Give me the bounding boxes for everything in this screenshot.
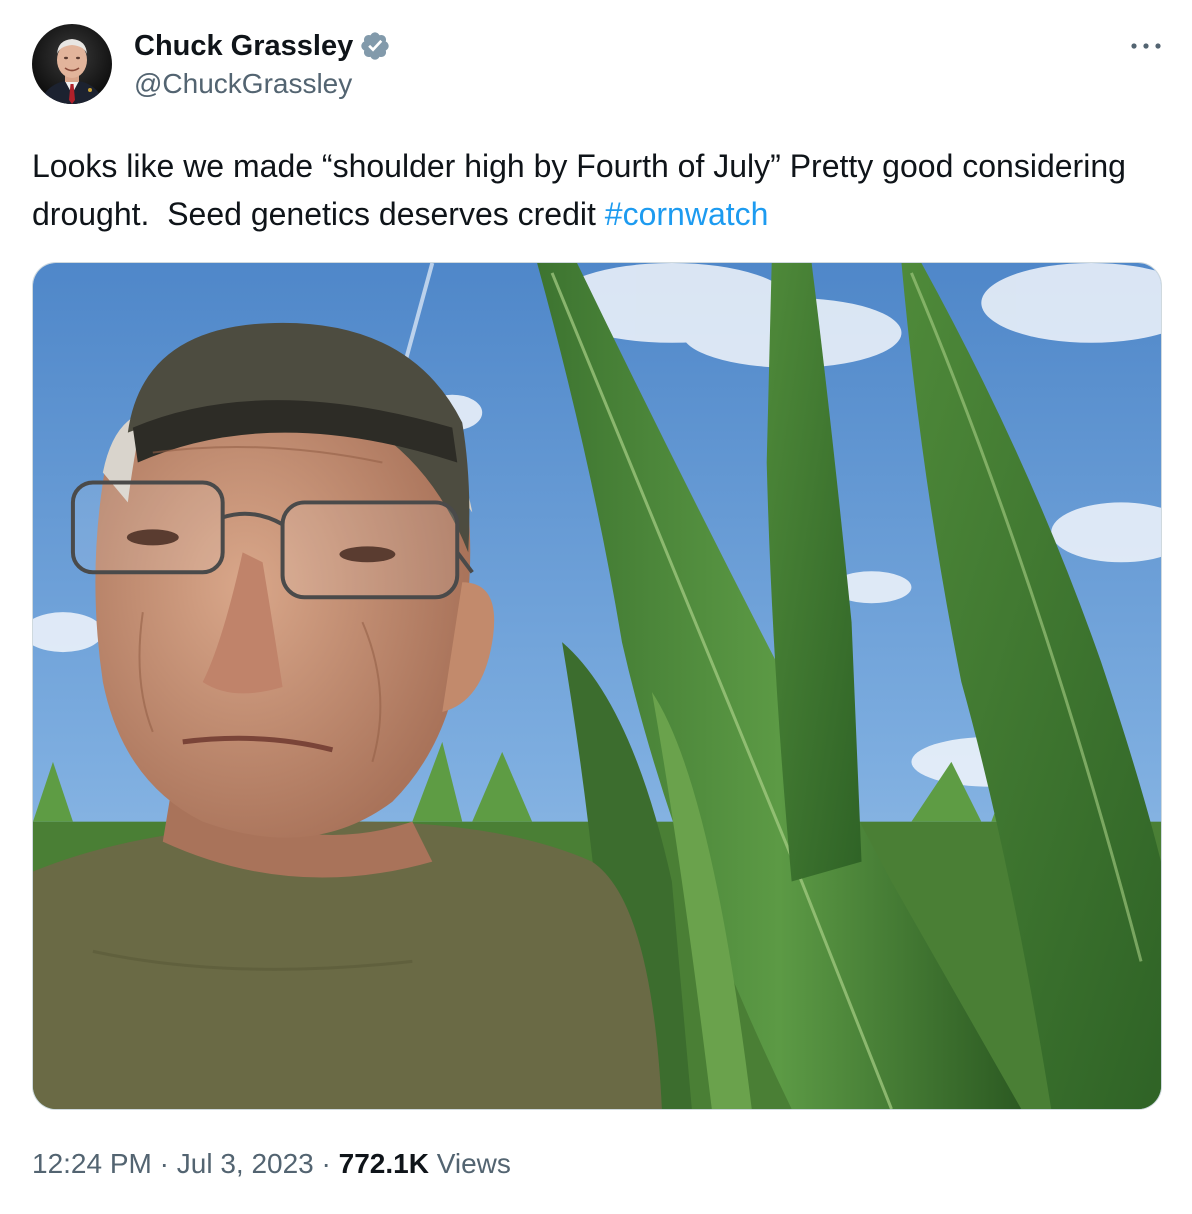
more-options-button[interactable] (1124, 28, 1168, 64)
meta-separator: · (159, 1148, 169, 1179)
tweet-text: Looks like we made “shoulder high by Fou… (32, 142, 1152, 238)
author-display-name[interactable]: Chuck Grassley (134, 28, 353, 64)
tweet-card: Chuck Grassley @ChuckGrassley Looks like… (0, 0, 1192, 1214)
tweet-photo[interactable] (32, 262, 1162, 1110)
tweet-meta: 12:24 PM · Jul 3, 2023 · 772.1K Views (32, 1144, 511, 1184)
avatar[interactable] (32, 24, 112, 104)
author-name-row: Chuck Grassley (134, 28, 391, 64)
hashtag-link[interactable]: #cornwatch (605, 196, 769, 232)
views-label: Views (436, 1148, 511, 1179)
more-horizontal-icon (1131, 43, 1161, 49)
meta-separator: · (321, 1148, 331, 1179)
author-handle[interactable]: @ChuckGrassley (134, 66, 391, 102)
photo-selfie-cornfield (33, 263, 1161, 1109)
tweet-text-body: Looks like we made “shoulder high by Fou… (32, 148, 1135, 232)
tweet-time[interactable]: 12:24 PM (32, 1148, 152, 1179)
avatar-image (32, 24, 112, 104)
views-count: 772.1K (338, 1148, 429, 1179)
tweet-date[interactable]: Jul 3, 2023 (177, 1148, 314, 1179)
verified-badge-icon[interactable] (359, 30, 391, 62)
author-block: Chuck Grassley @ChuckGrassley (134, 28, 391, 102)
